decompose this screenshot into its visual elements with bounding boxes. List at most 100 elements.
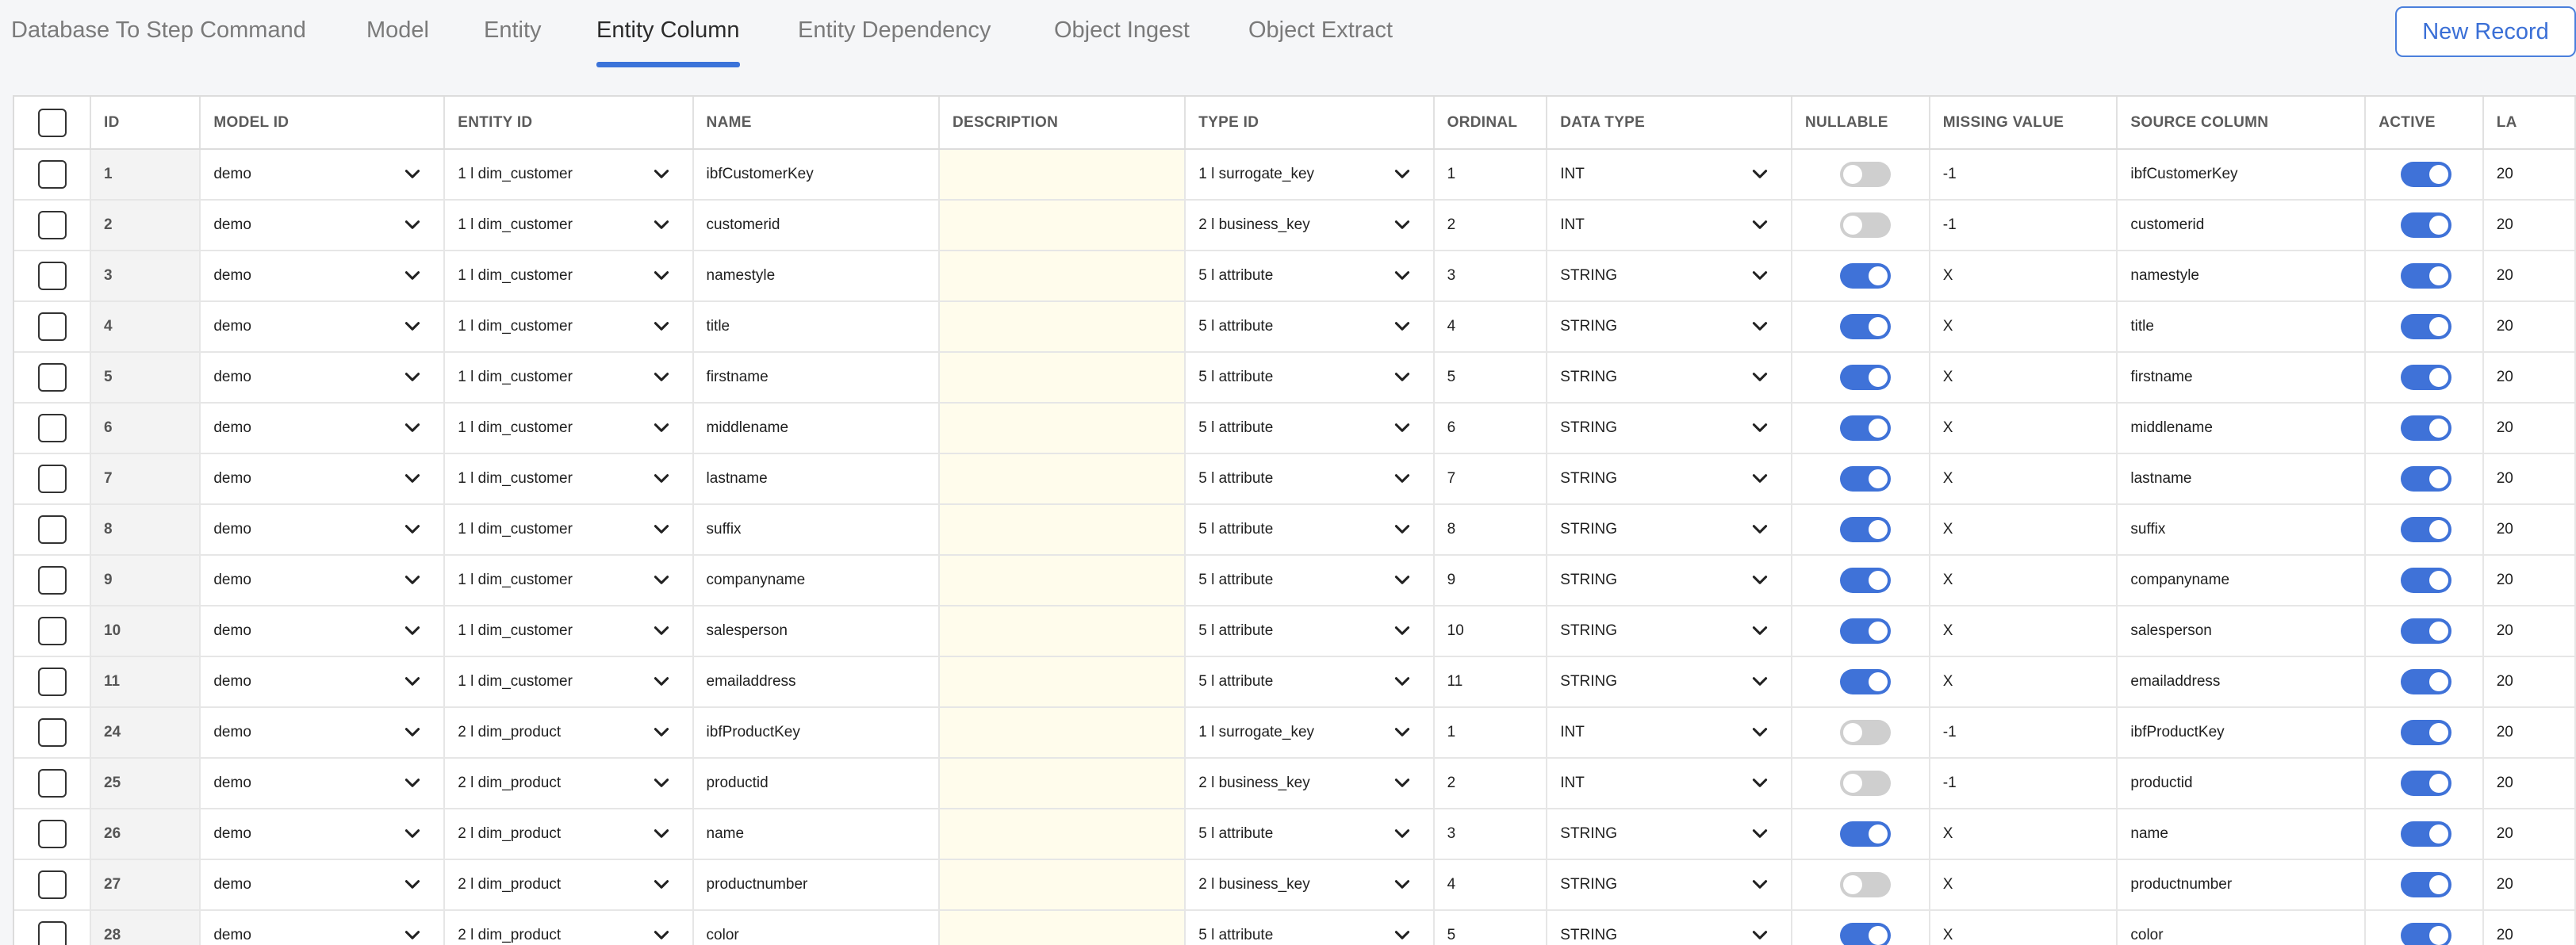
type-id-cell[interactable]: 5 l attribute	[1185, 251, 1435, 302]
nullable-toggle[interactable]	[1839, 212, 1891, 238]
active-toggle[interactable]	[2401, 669, 2452, 694]
missing-value-cell[interactable]: -1	[1929, 707, 2118, 759]
nullable-toggle[interactable]	[1839, 314, 1891, 339]
header-model-id[interactable]: MODEL ID	[200, 97, 446, 150]
description-cell[interactable]	[938, 555, 1186, 606]
row-checkbox[interactable]	[37, 312, 67, 341]
data-type-cell[interactable]: STRING	[1547, 809, 1792, 860]
header-nullable[interactable]: NULLABLE	[1791, 97, 1930, 150]
active-toggle[interactable]	[2401, 466, 2452, 492]
row-checkbox[interactable]	[37, 921, 67, 945]
chevron-down-icon[interactable]	[402, 925, 423, 945]
description-cell[interactable]	[938, 809, 1186, 860]
type-id-cell[interactable]: 5 l attribute	[1185, 301, 1435, 353]
source-column-cell[interactable]: color	[2117, 910, 2367, 945]
nullable-toggle[interactable]	[1839, 821, 1891, 847]
select-all-checkbox[interactable]	[37, 108, 67, 137]
model-id-cell[interactable]: demo	[200, 149, 446, 201]
model-id-select[interactable]: demo	[213, 606, 431, 655]
new-record-button[interactable]: New Record	[2395, 6, 2576, 57]
chevron-down-icon[interactable]	[651, 418, 672, 438]
data-type-select[interactable]: STRING	[1560, 251, 1778, 300]
header-missing-value[interactable]: MISSING VALUE	[1929, 97, 2118, 150]
model-id-cell[interactable]: demo	[200, 707, 446, 759]
chevron-down-icon[interactable]	[1392, 925, 1413, 945]
name-cell[interactable]: title	[692, 301, 940, 353]
type-id-select[interactable]: 5 l attribute	[1198, 657, 1420, 706]
source-column-cell[interactable]: productid	[2117, 758, 2367, 809]
active-toggle[interactable]	[2401, 821, 2452, 847]
description-cell[interactable]	[938, 504, 1186, 556]
chevron-down-icon[interactable]	[1392, 418, 1413, 438]
chevron-down-icon[interactable]	[1750, 824, 1770, 844]
ordinal-cell[interactable]: 5	[1433, 910, 1548, 945]
model-id-select[interactable]: demo	[213, 657, 431, 706]
entity-id-select[interactable]: 1 l dim_customer	[458, 505, 679, 553]
name-cell[interactable]: color	[692, 910, 940, 945]
entity-id-select[interactable]: 2 l dim_product	[458, 708, 679, 756]
model-id-cell[interactable]: demo	[200, 403, 446, 454]
source-column-cell[interactable]: salesperson	[2117, 606, 2367, 657]
table-row[interactable]: 8 demo 1 l dim_customer suffix 5 l attribute…	[14, 504, 2576, 556]
source-column-cell[interactable]: middlename	[2117, 403, 2367, 454]
missing-value-cell[interactable]: X	[1929, 352, 2118, 404]
active-toggle[interactable]	[2401, 872, 2452, 897]
data-type-cell[interactable]: INT	[1547, 758, 1792, 809]
model-id-select[interactable]: demo	[213, 404, 431, 452]
entity-id-cell[interactable]: 1 l dim_customer	[444, 352, 694, 404]
nullable-toggle[interactable]	[1839, 263, 1891, 289]
chevron-down-icon[interactable]	[651, 671, 672, 692]
ordinal-cell[interactable]: 10	[1433, 606, 1548, 657]
entity-id-select[interactable]: 1 l dim_customer	[458, 150, 679, 198]
table-row[interactable]: 9 demo 1 l dim_customer companyname 5 l attr…	[14, 555, 2576, 606]
type-id-select[interactable]: 5 l attribute	[1198, 606, 1420, 655]
source-column-cell[interactable]: name	[2117, 809, 2367, 860]
row-checkbox[interactable]	[37, 617, 67, 645]
description-cell[interactable]	[938, 707, 1186, 759]
row-checkbox[interactable]	[37, 414, 67, 442]
chevron-down-icon[interactable]	[651, 925, 672, 945]
ordinal-cell[interactable]: 11	[1433, 656, 1548, 708]
description-cell[interactable]	[938, 453, 1186, 505]
nullable-toggle[interactable]	[1839, 771, 1891, 796]
model-id-select[interactable]: demo	[213, 454, 431, 503]
entity-id-select[interactable]: 2 l dim_product	[458, 911, 679, 945]
ordinal-cell[interactable]: 8	[1433, 504, 1548, 556]
active-toggle[interactable]	[2401, 618, 2452, 644]
tab-object-ingest[interactable]: Object Ingest	[1054, 17, 1190, 67]
source-column-cell[interactable]: lastname	[2117, 453, 2367, 505]
name-cell[interactable]: middlename	[692, 403, 940, 454]
nullable-toggle[interactable]	[1839, 720, 1891, 745]
chevron-down-icon[interactable]	[402, 519, 423, 540]
chevron-down-icon[interactable]	[402, 418, 423, 438]
data-type-select[interactable]: STRING	[1560, 606, 1778, 655]
row-checkbox[interactable]	[37, 262, 67, 290]
chevron-down-icon[interactable]	[402, 874, 423, 895]
model-id-cell[interactable]: demo	[200, 251, 446, 302]
nullable-toggle[interactable]	[1839, 872, 1891, 897]
name-cell[interactable]: salesperson	[692, 606, 940, 657]
entity-id-cell[interactable]: 2 l dim_product	[444, 859, 694, 911]
description-cell[interactable]	[938, 200, 1186, 251]
entity-id-select[interactable]: 1 l dim_customer	[458, 556, 679, 604]
name-cell[interactable]: lastname	[692, 453, 940, 505]
table-row[interactable]: 27 demo 2 l dim_product productnumber 2 l bu…	[14, 859, 2576, 911]
type-id-cell[interactable]: 5 l attribute	[1185, 352, 1435, 404]
type-id-cell[interactable]: 2 l business_key	[1185, 859, 1435, 911]
model-id-cell[interactable]: demo	[200, 656, 446, 708]
tab-database-to-step-command[interactable]: Database To Step Command	[11, 17, 306, 67]
chevron-down-icon[interactable]	[402, 367, 423, 388]
row-checkbox[interactable]	[37, 668, 67, 696]
nullable-toggle[interactable]	[1839, 669, 1891, 694]
data-type-select[interactable]: STRING	[1560, 911, 1778, 945]
nullable-toggle[interactable]	[1839, 618, 1891, 644]
row-checkbox[interactable]	[37, 769, 67, 798]
ordinal-cell[interactable]: 6	[1433, 403, 1548, 454]
chevron-down-icon[interactable]	[651, 824, 672, 844]
table-row[interactable]: 6 demo 1 l dim_customer middlename 5 l attri…	[14, 403, 2576, 454]
ordinal-cell[interactable]: 4	[1433, 301, 1548, 353]
type-id-cell[interactable]: 2 l business_key	[1185, 758, 1435, 809]
data-type-cell[interactable]: STRING	[1547, 859, 1792, 911]
table-row[interactable]: 5 demo 1 l dim_customer firstname 5 l attrib…	[14, 352, 2576, 404]
type-id-select[interactable]: 5 l attribute	[1198, 454, 1420, 503]
